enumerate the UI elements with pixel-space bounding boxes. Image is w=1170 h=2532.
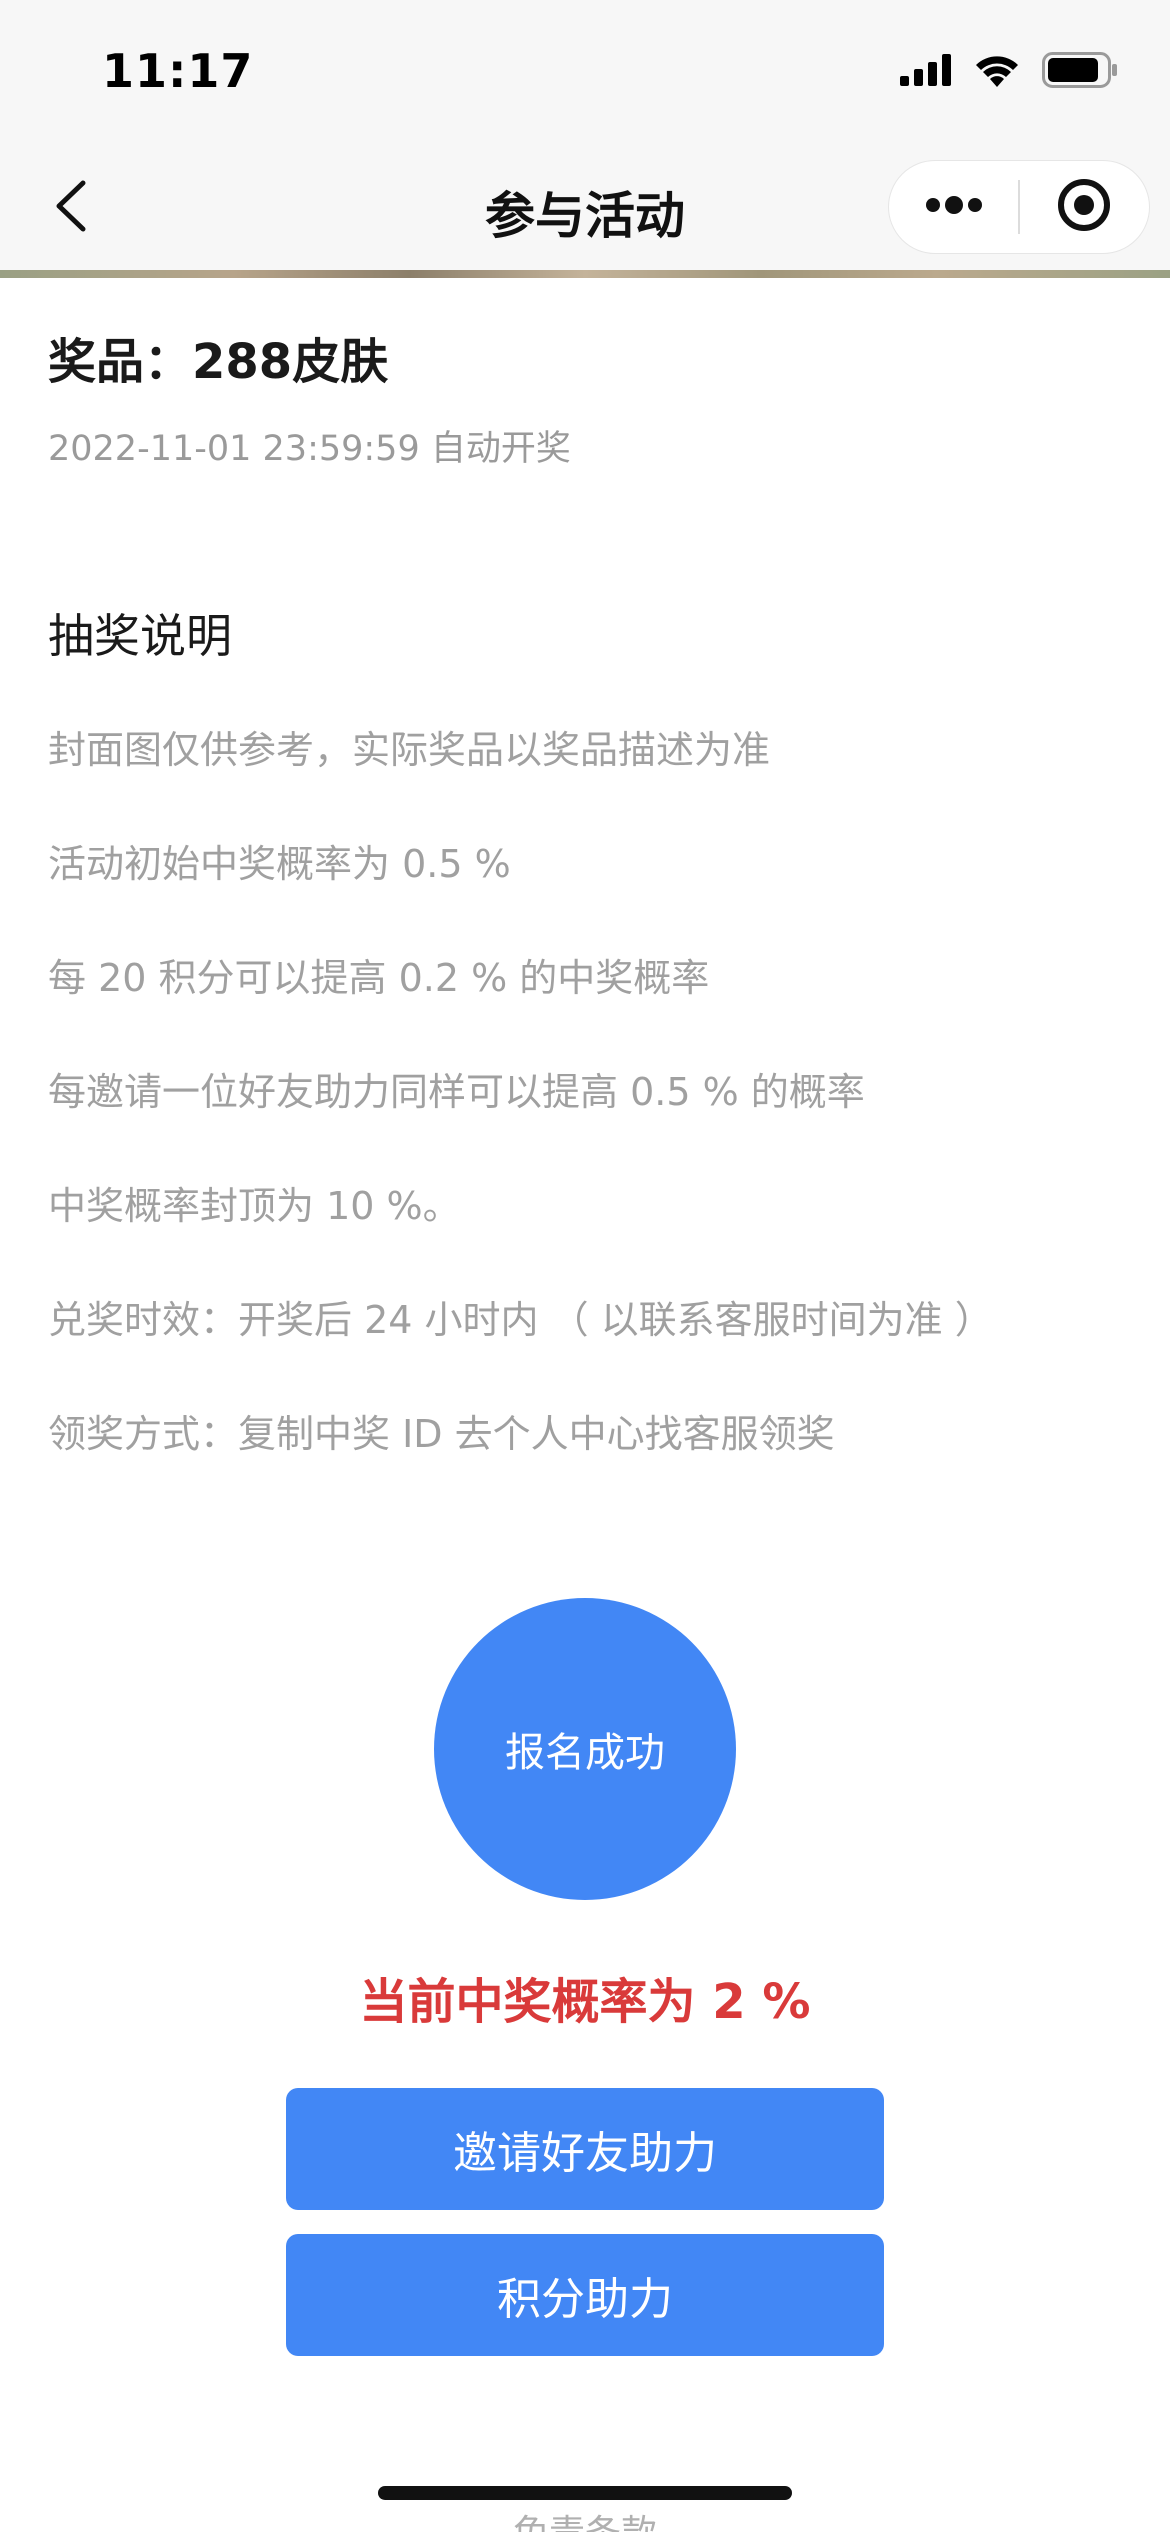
rules-list: 封面图仅供参考，实际奖品以奖品描述为准 活动初始中奖概率为 0.5 % 每 20… bbox=[48, 720, 1128, 1518]
more-dots-icon bbox=[925, 195, 983, 219]
disclaimer-link[interactable]: 免责条款 bbox=[0, 2504, 1170, 2532]
rules-title: 抽奖说明 bbox=[48, 609, 232, 663]
rule-line: 活动初始中奖概率为 0.5 % bbox=[48, 842, 511, 886]
rule-line: 封面图仅供参考，实际奖品以奖品描述为准 bbox=[48, 728, 771, 772]
more-button[interactable] bbox=[889, 161, 1018, 253]
current-probability: 当前中奖概率为 2 % bbox=[359, 1974, 811, 2030]
invite-friends-button[interactable]: 邀请好友助力 bbox=[286, 2088, 884, 2210]
status-bar: 11:17 bbox=[0, 0, 1170, 140]
nav-bar: 参与活动 bbox=[0, 140, 1170, 274]
home-indicator bbox=[378, 2486, 792, 2500]
status-icons bbox=[900, 52, 1118, 92]
wifi-icon bbox=[974, 53, 1020, 91]
status-time: 11:17 bbox=[102, 44, 254, 98]
close-button[interactable] bbox=[1020, 161, 1149, 253]
signup-success-button[interactable]: 报名成功 bbox=[434, 1598, 736, 1900]
rule-line: 每 20 积分可以提高 0.2 % 的中奖概率 bbox=[48, 956, 710, 1000]
mini-program-capsule bbox=[888, 160, 1150, 254]
signal-icon bbox=[900, 54, 952, 90]
prize-title: 奖品：288皮肤 bbox=[48, 334, 389, 390]
target-close-icon bbox=[1056, 177, 1112, 237]
rule-line: 领奖方式：复制中奖 ID 去个人中心找客服领奖 bbox=[48, 1412, 835, 1456]
screen: 11:17 参与活动 奖品：288皮肤 2022-11-01 23:59:59 … bbox=[0, 0, 1170, 2532]
rule-line: 每邀请一位好友助力同样可以提高 0.5 % 的概率 bbox=[48, 1070, 865, 1114]
cover-image bbox=[0, 270, 1170, 278]
draw-time: 2022-11-01 23:59:59 自动开奖 bbox=[48, 429, 571, 469]
points-boost-button[interactable]: 积分助力 bbox=[286, 2234, 884, 2356]
battery-icon bbox=[1042, 52, 1118, 92]
rule-line: 兑奖时效：开奖后 24 小时内 （ 以联系客服时间为准 ） bbox=[48, 1298, 993, 1342]
rule-line: 中奖概率封顶为 10 %。 bbox=[48, 1184, 461, 1228]
